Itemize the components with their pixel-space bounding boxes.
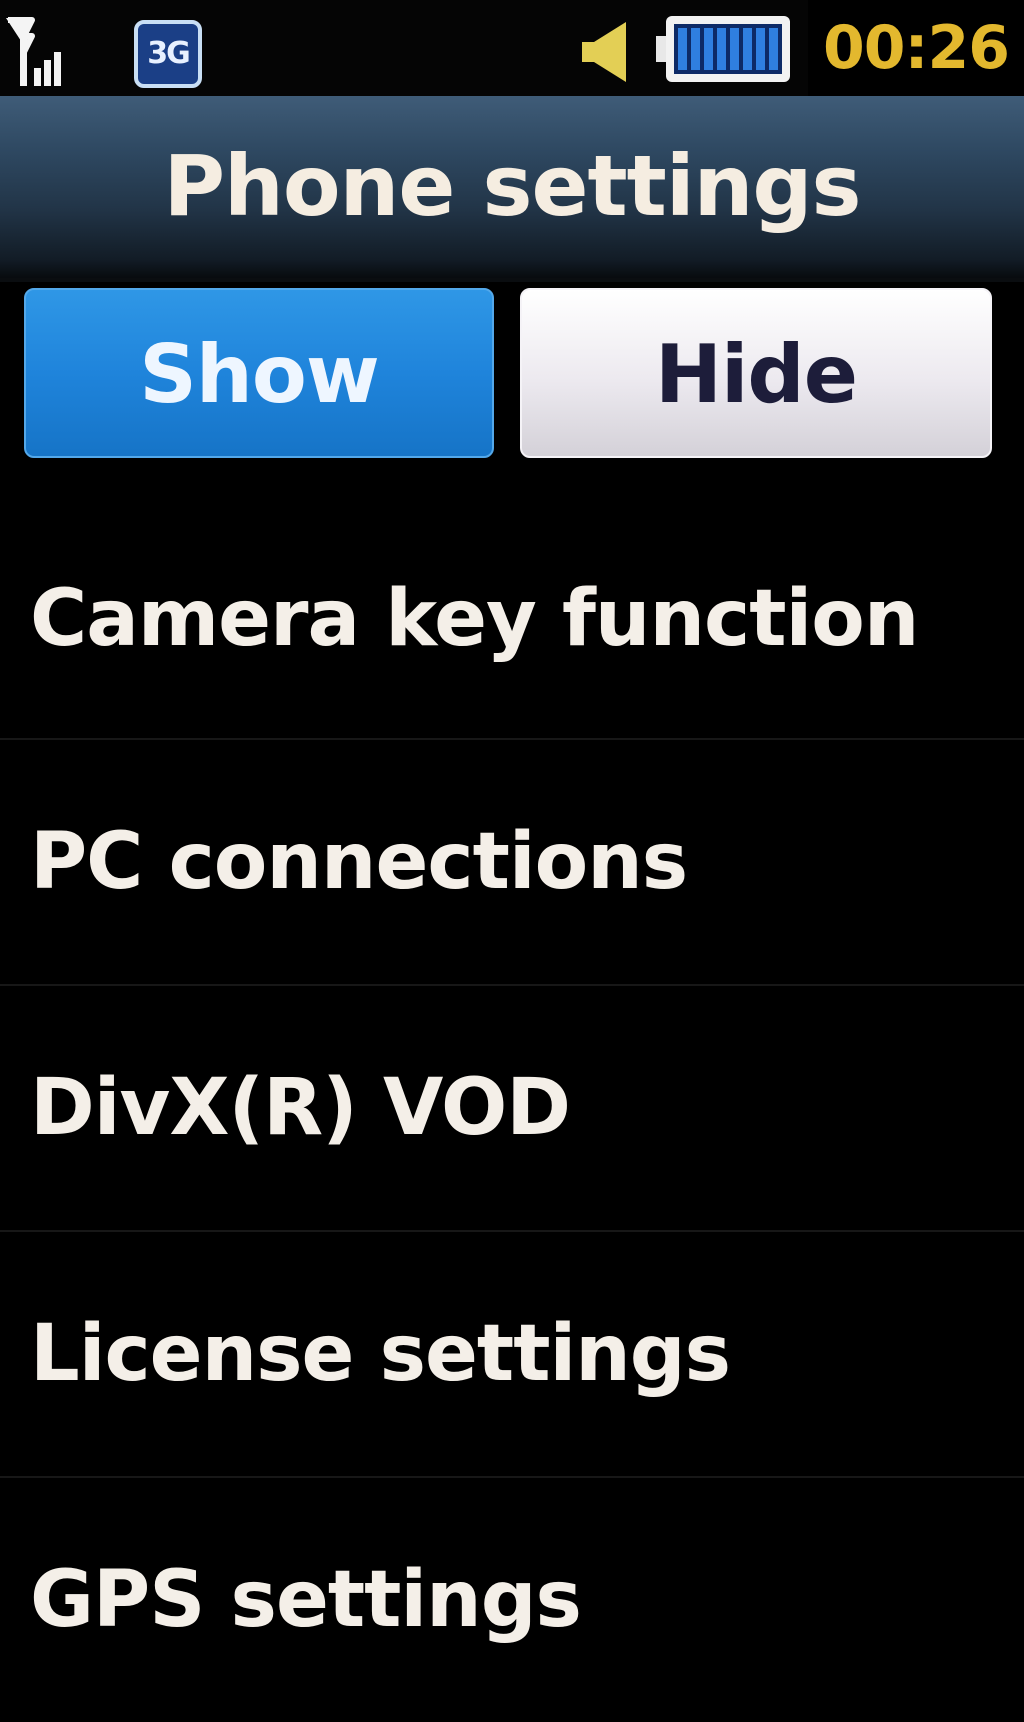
menu-item-gps-settings[interactable]: GPS settings xyxy=(0,1476,1024,1722)
menu-item-divx-vod[interactable]: DivX(R) VOD xyxy=(0,984,1024,1230)
battery-cell xyxy=(704,28,713,70)
signal-strength-icon xyxy=(6,17,61,86)
battery-icon xyxy=(656,16,790,82)
battery-cell xyxy=(743,28,752,70)
battery-cell xyxy=(717,28,726,70)
menu-item-label: PC connections xyxy=(30,817,688,907)
menu-item-label: License settings xyxy=(30,1309,731,1399)
status-bar: 3G 00:26 xyxy=(0,0,1024,96)
volume-icon xyxy=(582,22,626,82)
menu-item-license-settings[interactable]: License settings xyxy=(0,1230,1024,1476)
show-hide-toggle: Show Hide xyxy=(0,282,1024,482)
menu-item-label: GPS settings xyxy=(30,1555,582,1645)
page-title: Phone settings xyxy=(163,137,861,235)
hide-button[interactable]: Hide xyxy=(520,288,992,458)
battery-cell xyxy=(756,28,765,70)
title-bar: Phone settings xyxy=(0,96,1024,282)
menu-item-label: Camera key function xyxy=(30,574,919,664)
menu-item-label: DivX(R) VOD xyxy=(30,1063,571,1153)
settings-menu-list: Camera key function PC connections DivX(… xyxy=(0,500,1024,1722)
3g-network-icon: 3G xyxy=(134,20,202,88)
menu-item-camera-key-function[interactable]: Camera key function xyxy=(0,500,1024,738)
battery-cell xyxy=(769,28,778,70)
battery-cell xyxy=(730,28,739,70)
menu-item-pc-connections[interactable]: PC connections xyxy=(0,738,1024,984)
battery-cell xyxy=(678,28,687,70)
battery-cell xyxy=(691,28,700,70)
show-button[interactable]: Show xyxy=(24,288,494,458)
clock: 00:26 xyxy=(808,0,1024,96)
